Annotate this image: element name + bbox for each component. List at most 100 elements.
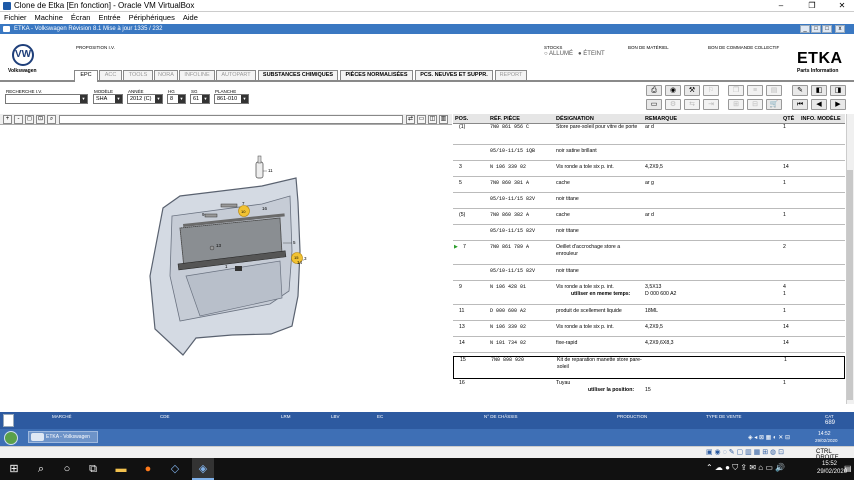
zoom-fit-icon[interactable]: ◻	[25, 115, 34, 124]
vbox-vm-taskbar-icon[interactable]: ◈	[192, 458, 214, 480]
plate-select[interactable]: 861-010 ▼	[214, 94, 249, 104]
col-qty[interactable]: QTÉ	[783, 116, 794, 122]
callout-label[interactable]: 10	[241, 209, 246, 214]
virtualbox-taskbar-icon[interactable]: ◇	[164, 458, 186, 480]
tab-report[interactable]: REPORT	[495, 70, 527, 81]
diagram-search-input[interactable]	[59, 115, 403, 124]
page-icon[interactable]: ▭	[417, 115, 426, 124]
menu-entree[interactable]: Entrée	[98, 13, 120, 22]
menu-fichier[interactable]: Fichier	[4, 13, 27, 22]
table-row[interactable]: 05/10-11/15 82V noir titane	[453, 228, 845, 241]
mark2-icon[interactable]: ⊟	[747, 99, 763, 110]
stock-radio-off[interactable]: ● ÉTEINT	[578, 51, 605, 57]
windows-start-icon[interactable]: ⊞	[3, 458, 25, 480]
minimize-button[interactable]: –	[771, 0, 791, 12]
notification-icon[interactable]: ▤	[844, 464, 852, 473]
tab-epc[interactable]: EPC	[74, 70, 98, 82]
firefox-icon[interactable]: ●	[137, 458, 159, 480]
etka-maximize-button[interactable]: □	[822, 25, 832, 33]
callout-label[interactable]: 3	[304, 256, 307, 261]
tab-pieces-normalisees[interactable]: PIÈCES NORMALISÉES	[340, 70, 413, 81]
col-info[interactable]: INFO. MODÈLE	[801, 116, 841, 122]
parts-diagram[interactable]: 11 7 16 9 10 13 5 14 15 1 3	[0, 126, 452, 403]
table-row[interactable]: 3N 106 339 02 Vis ronde a tole six p. int…	[453, 164, 845, 177]
search-input[interactable]: ▼	[5, 94, 88, 104]
search-icon[interactable]: ⌕	[30, 458, 52, 480]
tab-infoline[interactable]: INFOLINE	[179, 70, 215, 81]
col-pos[interactable]: POS.	[455, 116, 468, 122]
screen-icon[interactable]: ▭	[646, 99, 662, 110]
scrollbar-thumb[interactable]	[847, 170, 853, 400]
menu-aide[interactable]: Aide	[183, 13, 198, 22]
tab-substances[interactable]: SUBSTANCES CHIMIQUES	[258, 70, 338, 81]
swap-icon[interactable]: ⇄	[406, 115, 415, 124]
tray-icons[interactable]: ◈ ◂ ⊠ ▦ ◐ ✕ ⊟	[748, 434, 790, 441]
tool-icon[interactable]: ⚙	[665, 99, 681, 110]
table-row[interactable]: 5 7N0 860 381 Acache ar g1	[453, 180, 845, 193]
zoom-in-icon[interactable]: +	[3, 115, 12, 124]
table-row[interactable]: 05/10-11/15 1QB noir satine brillant	[453, 148, 845, 161]
etka-restore-button[interactable]: □	[811, 25, 821, 33]
split-icon[interactable]: ◫	[428, 115, 437, 124]
year-select[interactable]: 2012 (C) ▼	[127, 94, 163, 104]
car-icon[interactable]: ◉	[665, 85, 681, 96]
etka-close-button[interactable]: x	[835, 25, 845, 33]
host-tray-icons[interactable]: ⌃ ☁ ● ⛉ ⇪ ✉ ⌂ ▭ 🔊	[706, 463, 785, 473]
table-row[interactable]: 13 N 106 339 02 Vis ronde a tole six p. in…	[453, 324, 845, 337]
maximize-button[interactable]: ❐	[802, 0, 822, 12]
prev-page-icon[interactable]: ◀	[811, 99, 827, 110]
layout-icon[interactable]: ▥	[439, 115, 448, 124]
zoom-out-icon[interactable]: -	[14, 115, 23, 124]
cortana-icon[interactable]: ○	[56, 458, 78, 480]
table-row[interactable]: 05/10-11/15 82V noir titane	[453, 268, 845, 281]
tab-acc[interactable]: ACC	[99, 70, 122, 81]
col-des[interactable]: DÉSIGNATION	[556, 116, 594, 122]
arrow-icon[interactable]: ⇆	[684, 99, 700, 110]
table-row[interactable]: 16 Tuyau 1 utiliser la position: 15	[453, 380, 845, 402]
start-orb-icon[interactable]	[4, 431, 18, 445]
list-icon[interactable]: ≡	[747, 85, 763, 96]
table-row[interactable]: 11 D 000 600 A2 produit de scellement liqu…	[453, 308, 845, 321]
back-book-icon[interactable]: ◧	[811, 85, 827, 96]
table-row[interactable]: 9N 106 428 01 Vis ronde a tole six p. int…	[453, 284, 845, 305]
callout-label[interactable]: 15	[294, 255, 299, 260]
forward-book-icon[interactable]: ◨	[830, 85, 846, 96]
col-rem[interactable]: REMARQUE	[645, 116, 677, 122]
tab-pcs-neuves[interactable]: PCS. NEUVES ET SUPPR.	[415, 70, 493, 81]
print-icon[interactable]: ⎙	[646, 85, 662, 96]
table-row[interactable]: (1) 7N0 861 956 C Store pare-soleil pour v…	[453, 124, 845, 145]
search-icon[interactable]: ⌕	[47, 115, 56, 124]
doc-icon[interactable]: ▤	[766, 85, 782, 96]
col-ref[interactable]: RÉF. PIÈCE	[490, 116, 520, 122]
vbox-device-icons[interactable]: ▣ ◉ ◌ ✎ ▢ ▥ ▦ ⊞ ◍ ⊡	[706, 448, 784, 456]
info-icon[interactable]: ⚐	[703, 85, 719, 96]
cart-icon[interactable]: 🛒	[766, 99, 782, 110]
tab-tools[interactable]: TOOLS	[123, 70, 153, 81]
next-icon[interactable]: ⇥	[703, 99, 719, 110]
tab-nora[interactable]: NORA	[154, 70, 178, 81]
table-row[interactable]: 05/10-11/15 82V noir titane	[453, 196, 845, 209]
stock-radio-on[interactable]: ○ ALLUMÉ	[544, 51, 573, 57]
callout-label[interactable]: 14	[297, 260, 303, 265]
file-explorer-icon[interactable]: ▬	[110, 458, 132, 480]
menu-peripheriques[interactable]: Périphériques	[129, 13, 175, 22]
first-page-icon[interactable]: ⏮	[792, 99, 808, 110]
table-row[interactable]: 14 N 101 734 02 fixe-rapid 4,2X9,6X8,3 14	[453, 340, 845, 353]
copy-icon[interactable]: ❐	[728, 85, 744, 96]
tab-autopart[interactable]: AUTOPART	[216, 70, 256, 81]
menu-ecran[interactable]: Écran	[71, 13, 91, 22]
table-row[interactable]: (5) 7N0 860 382 Acache ar d1	[453, 212, 845, 225]
close-button[interactable]: ✕	[832, 0, 852, 12]
task-view-icon[interactable]: ⧉	[82, 458, 104, 480]
table-row-selected[interactable]: 15 7N0 898 920 Kit de reparation manette s…	[453, 356, 845, 379]
hg-select[interactable]: 8 ▼	[167, 94, 186, 104]
wrench-icon[interactable]: ⚒	[684, 85, 700, 96]
model-select[interactable]: SHA ▼	[93, 94, 123, 104]
callout-label[interactable]: 13	[216, 243, 222, 248]
next-page-icon[interactable]: ▶	[830, 99, 846, 110]
menu-machine[interactable]: Machine	[35, 13, 63, 22]
sg-select[interactable]: 61 ▼	[190, 94, 210, 104]
mark-icon[interactable]: ⊞	[728, 99, 744, 110]
pin-icon[interactable]: ✎	[792, 85, 808, 96]
callout-label[interactable]: 16	[262, 206, 268, 211]
